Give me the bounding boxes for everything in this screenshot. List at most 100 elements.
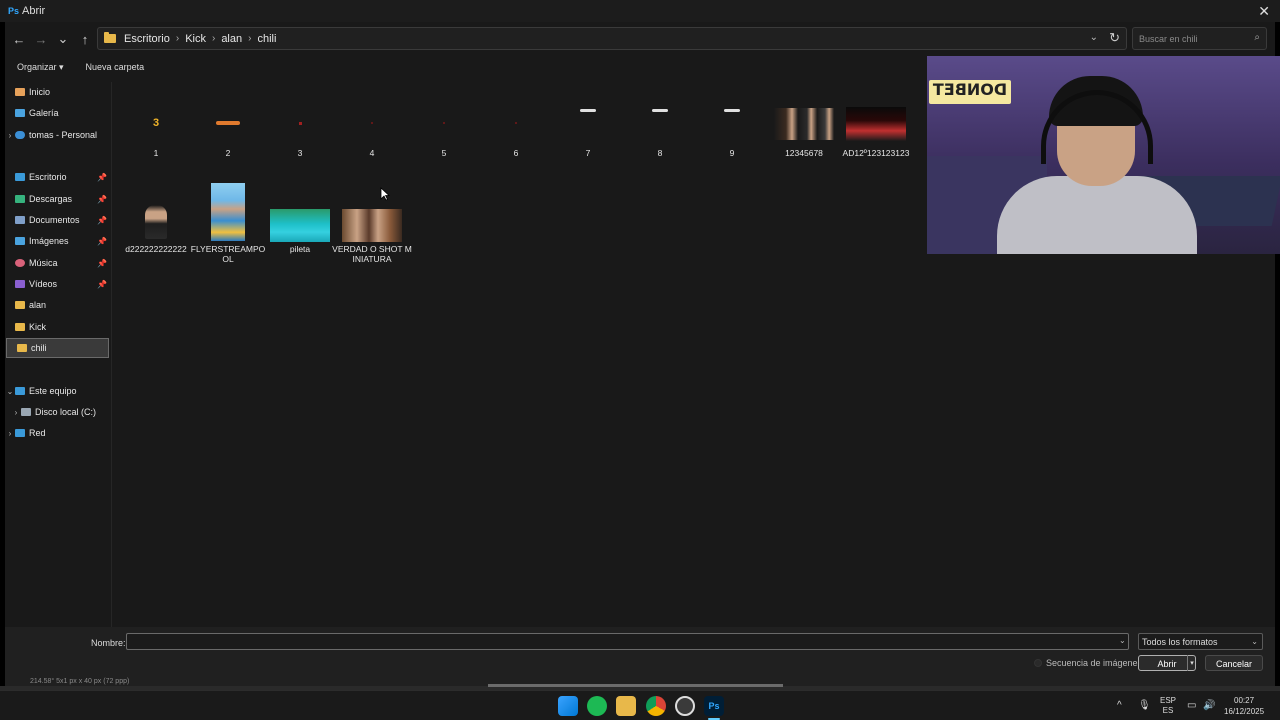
sidebar-item-label: Vídeos xyxy=(29,279,58,289)
sidebar-item-label: Galería xyxy=(29,108,59,118)
sidebar-item-inicio[interactable]: Inicio xyxy=(5,82,111,102)
expand-chevron-icon[interactable]: › xyxy=(5,429,15,438)
thumbnail xyxy=(298,121,302,125)
file-item-1[interactable]: 3 1 xyxy=(120,100,192,180)
sidebar-item-descargas[interactable]: Descargas 📌 xyxy=(5,189,111,209)
expand-chevron-icon[interactable]: › xyxy=(5,131,15,140)
obs-icon[interactable] xyxy=(675,696,695,716)
recent-locations-chevron-icon[interactable]: ⌄ xyxy=(52,31,74,47)
forward-arrow-icon[interactable]: → xyxy=(30,32,52,47)
display-icon[interactable]: ▭ xyxy=(1187,700,1196,711)
file-item-d222[interactable]: d222222222222 xyxy=(120,182,192,272)
sidebar-item-videos[interactable]: Vídeos 📌 xyxy=(5,274,111,294)
file-name: 3 xyxy=(297,148,303,158)
file-item-2[interactable]: 2 xyxy=(192,100,264,180)
refresh-icon[interactable]: ↻ xyxy=(1109,30,1120,46)
thumbnail xyxy=(216,121,240,125)
file-item-6[interactable]: 6 xyxy=(480,100,552,180)
horizontal-scrollbar[interactable] xyxy=(488,684,783,687)
thumbnail: 3 xyxy=(152,117,160,129)
search-icon: ⌕ xyxy=(1254,32,1260,43)
thumbnail xyxy=(652,108,668,112)
image-sequence-checkbox[interactable]: Secuencia de imágenes xyxy=(1034,658,1142,668)
show-hidden-icons-chevron-icon[interactable]: ^ xyxy=(1117,700,1122,711)
sidebar-item-escritorio[interactable]: Escritorio 📌 xyxy=(5,167,111,187)
sidebar-item-kick[interactable]: Kick xyxy=(5,317,111,337)
mouse-cursor-icon xyxy=(380,187,390,201)
photoshop-status-text: 214.58° 5x1 px x 40 px (72 ppp) xyxy=(30,678,130,685)
folder-icon xyxy=(15,323,25,331)
pin-icon: 📌 xyxy=(97,215,107,225)
microphone-icon[interactable]: 🎙 xyxy=(1138,700,1151,711)
sidebar-item-musica[interactable]: Música 📌 xyxy=(5,253,111,273)
photoshop-taskbar-icon[interactable]: Ps xyxy=(704,696,724,716)
pin-icon: 📌 xyxy=(97,258,107,268)
file-name: 9 xyxy=(729,148,735,158)
close-icon[interactable]: ✕ xyxy=(1258,3,1270,20)
breadcrumb-chili[interactable]: chili xyxy=(257,33,276,45)
file-item-pileta[interactable]: pileta xyxy=(264,182,336,272)
file-item-ad12[interactable]: AD12º123123123 xyxy=(840,100,912,180)
network-icon xyxy=(15,429,25,437)
collapse-chevron-icon[interactable]: ⌄ xyxy=(5,387,15,396)
keyboard-layout: ES xyxy=(1162,706,1174,715)
sidebar-item-label: Red xyxy=(29,428,46,438)
sidebar-item-disco-local[interactable]: › Disco local (C:) xyxy=(5,402,111,422)
back-arrow-icon[interactable]: ← xyxy=(8,32,30,47)
sidebar-item-este-equipo[interactable]: ⌄ Este equipo xyxy=(5,381,111,401)
thumbnail xyxy=(774,108,834,140)
cloud-icon xyxy=(15,131,25,139)
windows-start-icon[interactable] xyxy=(558,696,578,716)
pin-icon: 📌 xyxy=(97,172,107,182)
sidebar-item-label: Documentos xyxy=(29,215,80,225)
this-pc-icon xyxy=(15,387,25,395)
file-item-verdad-o-shot[interactable]: VERDAD O SHOT MINIATURA xyxy=(332,182,412,272)
photoshop-app-icon: Ps xyxy=(8,6,20,16)
cancel-button[interactable]: Cancelar xyxy=(1205,655,1263,671)
file-item-7[interactable]: 7 xyxy=(552,100,624,180)
file-item-5[interactable]: 5 xyxy=(408,100,480,180)
system-clock[interactable]: 00:27 16/12/2025 xyxy=(1224,695,1264,717)
file-type-select[interactable]: Todos los formatos ⌄ xyxy=(1138,633,1263,650)
file-name: pileta xyxy=(289,244,311,254)
address-bar[interactable]: Escritorio › Kick › alan › chili ⌄ ↻ xyxy=(97,27,1127,50)
breadcrumb-kick[interactable]: Kick xyxy=(185,33,206,45)
new-folder-button[interactable]: Nueva carpeta xyxy=(86,62,145,72)
search-input[interactable]: Buscar en chili ⌕ xyxy=(1132,27,1267,50)
expand-chevron-icon[interactable]: › xyxy=(11,408,21,417)
sidebar-item-galeria[interactable]: Galería xyxy=(5,103,111,123)
clock-date: 16/12/2025 xyxy=(1224,707,1265,716)
thumbnail xyxy=(371,122,373,124)
file-item-4[interactable]: 4 xyxy=(336,100,408,180)
file-name: AD12º123123123 xyxy=(842,148,910,158)
volume-icon[interactable]: 🔊 xyxy=(1203,700,1215,711)
sidebar-item-onedrive[interactable]: › tomas - Personal xyxy=(5,125,111,145)
file-name-label: Nombre: xyxy=(91,638,126,648)
file-item-12345678[interactable]: 12345678 xyxy=(768,100,840,180)
file-item-3[interactable]: 3 xyxy=(264,100,336,180)
breadcrumb-escritorio[interactable]: Escritorio xyxy=(124,33,170,45)
file-name-history-chevron-icon[interactable]: ⌄ xyxy=(1119,636,1126,645)
sidebar-item-chili[interactable]: chili xyxy=(6,338,109,358)
open-options-chevron-icon[interactable]: ▾ xyxy=(1187,655,1196,671)
breadcrumb-alan[interactable]: alan xyxy=(221,33,242,45)
chrome-icon[interactable] xyxy=(646,696,666,716)
input-language[interactable]: ESP ES xyxy=(1160,696,1176,716)
file-name: 8 xyxy=(657,148,663,158)
address-dropdown-icon[interactable]: ⌄ xyxy=(1090,32,1098,43)
desktop-icon xyxy=(15,173,25,181)
spotify-icon[interactable] xyxy=(587,696,607,716)
file-item-9[interactable]: 9 xyxy=(696,100,768,180)
sidebar-item-red[interactable]: › Red xyxy=(5,423,111,443)
file-name-input[interactable] xyxy=(126,633,1129,650)
thumbnail xyxy=(580,108,596,112)
file-item-8[interactable]: 8 xyxy=(624,100,696,180)
sidebar-item-documentos[interactable]: Documentos 📌 xyxy=(5,210,111,230)
sidebar-item-alan[interactable]: alan xyxy=(5,295,111,315)
up-arrow-icon[interactable]: ↑ xyxy=(74,32,96,47)
file-item-flyerstreampool[interactable]: FLYERSTREAMPOOL xyxy=(191,182,265,272)
sidebar-item-imagenes[interactable]: Imágenes 📌 xyxy=(5,231,111,251)
organize-button[interactable]: Organizar ▾ xyxy=(17,62,64,73)
file-explorer-icon[interactable] xyxy=(616,696,636,716)
pin-icon: 📌 xyxy=(97,236,107,246)
